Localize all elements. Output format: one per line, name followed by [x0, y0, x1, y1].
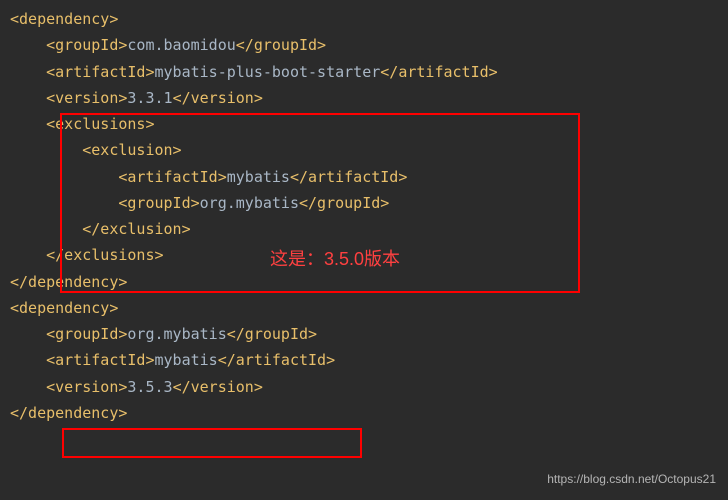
code-line: <artifactId>mybatis</artifactId> — [0, 347, 728, 373]
code-line: <groupId>org.mybatis</groupId> — [0, 190, 728, 216]
code-line: <version>3.3.1</version> — [0, 85, 728, 111]
watermark: https://blog.csdn.net/Octopus21 — [547, 469, 716, 490]
code-line: </exclusions> — [0, 242, 728, 268]
code-block: <dependency> <groupId>com.baomidou</grou… — [0, 0, 728, 426]
code-line: <dependency> — [0, 6, 728, 32]
code-line: </exclusion> — [0, 216, 728, 242]
code-line: <artifactId>mybatis-plus-boot-starter</a… — [0, 59, 728, 85]
code-line: <dependency> — [0, 295, 728, 321]
code-line: <exclusion> — [0, 137, 728, 163]
code-line: <artifactId>mybatis</artifactId> — [0, 164, 728, 190]
code-line: <groupId>org.mybatis</groupId> — [0, 321, 728, 347]
code-line: <exclusions> — [0, 111, 728, 137]
highlight-box-version — [62, 428, 362, 458]
code-line: <version>3.5.3</version> — [0, 374, 728, 400]
code-line: <groupId>com.baomidou</groupId> — [0, 32, 728, 58]
code-line: </dependency> — [0, 269, 728, 295]
code-line: </dependency> — [0, 400, 728, 426]
